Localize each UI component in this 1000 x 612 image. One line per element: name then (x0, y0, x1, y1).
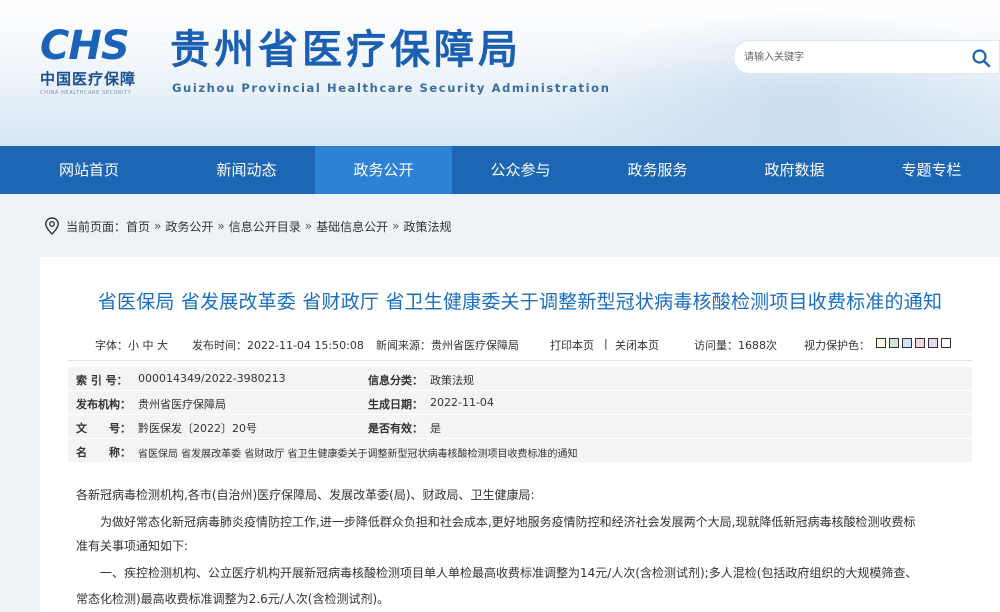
article-card: 省医保局 省发展改革委 省财政厅 省卫生健康委关于调整新型冠状病毒核酸检测项目收… (40, 257, 1000, 612)
breadcrumb: 当前页面： 首页 » 政务公开 » 信息公开目录 » 基础信息公开 » 政策法规 (44, 216, 451, 236)
breadcrumb-info-catalog[interactable]: 信息公开目录 (229, 218, 301, 235)
nav-item-special[interactable]: 专题专栏 (863, 146, 1000, 194)
meta-divider: | (604, 337, 608, 350)
breadcrumb-separator: » (217, 219, 225, 233)
date-label: 生成日期： (368, 398, 423, 411)
doc-name-label: 名 称： (76, 446, 131, 459)
color-swatch-white[interactable] (941, 338, 951, 348)
visit-count: 访问量：1688次 (694, 339, 777, 352)
search-box (733, 40, 1000, 74)
logo-cn-text: 中国医疗保障 (40, 70, 137, 88)
body-paragraph: 一、疾控检测机构、公立医疗机构开展新冠病毒核酸检测项目单人单检最高收费标准调整为… (100, 566, 918, 580)
nav-item-home[interactable]: 网站首页 (0, 146, 178, 194)
info-row: 索 引 号： 000014349/2022-3980213 信息分类： 政策法规 (68, 367, 972, 391)
doc-name-value: 省医保局 省发展改革委 省财政厅 省卫生健康委关于调整新型冠状病毒核酸检测项目收… (138, 449, 578, 460)
body-paragraph: 为做好常态化新冠病毒肺炎疫情防控工作,进一步降低群众负担和社会成本,更好地服务疫… (100, 515, 916, 529)
color-swatch-pink[interactable] (915, 338, 925, 348)
color-swatch-purple[interactable] (928, 338, 938, 348)
site-header: CHS 中国医疗保障 CHINA HEALTHCARE SECURITY 贵州省… (0, 0, 1000, 146)
site-logo[interactable]: CHS 中国医疗保障 CHINA HEALTHCARE SECURITY (40, 26, 154, 96)
logo-en-text: CHINA HEALTHCARE SECURITY (40, 90, 132, 96)
index-label: 索 引 号： (76, 374, 128, 387)
article-title: 省医保局 省发展改革委 省财政厅 省卫生健康委关于调整新型冠状病毒核酸检测项目收… (97, 291, 943, 313)
category-label: 信息分类： (368, 374, 423, 387)
meta-divider-line (68, 360, 972, 361)
body-paragraph: 常态化检测)最高收费标准调整为2.6元/人次(含检测试剂)。 (76, 592, 390, 606)
print-link[interactable]: 打印本页 (550, 337, 594, 353)
info-row: 名 称： 省医保局 省发展改革委 省财政厅 省卫生健康委关于调整新型冠状病毒核酸… (68, 439, 972, 463)
breadcrumb-separator: » (154, 219, 162, 233)
main-nav: 网站首页 新闻动态 政务公开 公众参与 政务服务 政府数据 专题专栏 (0, 146, 1000, 194)
doc-number-value: 黔医保发〔2022〕20号 (138, 422, 257, 435)
search-icon[interactable] (971, 48, 991, 68)
news-source: 新闻来源：贵州省医疗保障局 (376, 339, 519, 352)
color-swatch-blue[interactable] (902, 338, 912, 348)
publisher-label: 发布机构： (76, 398, 131, 411)
breadcrumb-government-affairs[interactable]: 政务公开 (165, 218, 213, 235)
breadcrumb-basic-info[interactable]: 基础信息公开 (316, 218, 388, 235)
valid-label: 是否有效： (368, 422, 423, 435)
nav-item-data[interactable]: 政府数据 (726, 146, 863, 194)
doc-number-label: 文 号： (76, 422, 131, 435)
color-swatch-yellow[interactable] (876, 338, 886, 348)
breadcrumb-prefix: 当前页面： (66, 219, 127, 234)
close-page-link[interactable]: 关闭本页 (615, 337, 659, 353)
nav-item-services[interactable]: 政务服务 (589, 146, 726, 194)
index-value: 000014349/2022-3980213 (138, 372, 286, 385)
eye-care-label: 视力保护色： (804, 339, 870, 352)
site-title-en: Guizhou Provincial Healthcare Security A… (172, 81, 611, 95)
breadcrumb-home[interactable]: 首页 (126, 218, 150, 235)
info-row: 发布机构： 贵州省医疗保障局 生成日期： 2022-11-04 (68, 391, 972, 415)
nav-item-news[interactable]: 新闻动态 (178, 146, 315, 194)
breadcrumb-separator: » (304, 219, 313, 233)
category-value: 政策法规 (430, 374, 474, 387)
nav-item-public-participation[interactable]: 公众参与 (452, 146, 589, 194)
eye-care-swatches (876, 338, 951, 348)
color-swatch-green[interactable] (889, 338, 899, 348)
article-meta: 字体：小 中 大 发布时间：2022-11-04 15:50:08 新闻来源：贵… (40, 337, 1000, 355)
logo-mark: CHS (40, 23, 130, 69)
font-size-control[interactable]: 字体：小 中 大 (95, 337, 168, 353)
nav-item-government-affairs[interactable]: 政务公开 (315, 146, 452, 194)
info-table: 索 引 号： 000014349/2022-3980213 信息分类： 政策法规… (68, 367, 972, 463)
valid-value: 是 (430, 422, 441, 435)
date-value: 2022-11-04 (430, 396, 494, 409)
publisher-value: 贵州省医疗保障局 (138, 398, 226, 411)
breadcrumb-policy[interactable]: 政策法规 (403, 218, 451, 235)
body-paragraph: 各新冠病毒检测机构,各市(自治州)医疗保障局、发展改革委(局)、财政局、卫生健康… (76, 488, 535, 502)
body-paragraph: 准有关事项通知如下: (76, 539, 189, 553)
location-pin-icon (45, 217, 59, 235)
breadcrumb-separator: » (392, 219, 400, 233)
publish-time: 发布时间：2022-11-04 15:50:08 (192, 339, 364, 352)
info-row: 文 号： 黔医保发〔2022〕20号 是否有效： 是 (68, 415, 972, 439)
site-title: 贵州省医疗保障局 (170, 27, 522, 73)
search-input[interactable] (744, 47, 944, 67)
